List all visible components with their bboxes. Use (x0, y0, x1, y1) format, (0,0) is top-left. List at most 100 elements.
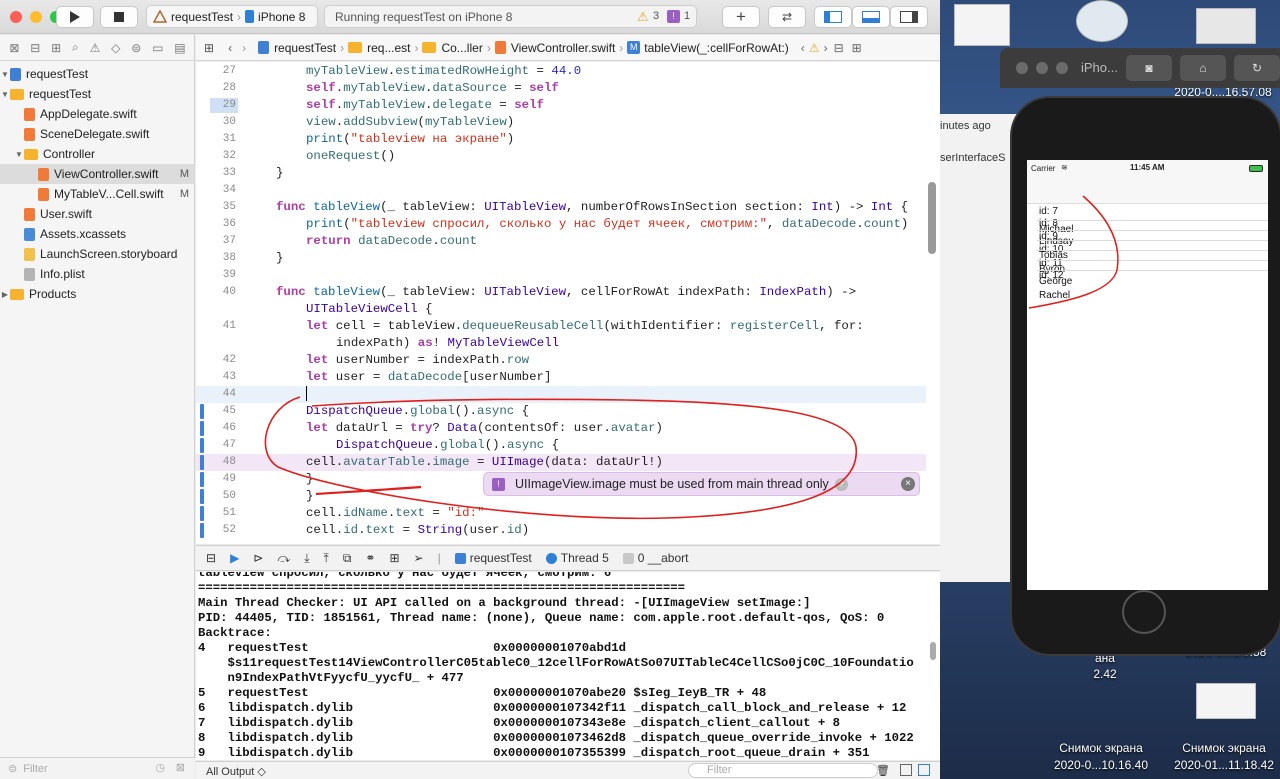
rotate-button[interactable]: ↻ (1234, 55, 1280, 81)
activity-viewer: Running requestTest on iPhone 8 ⚠ 3 ! 1 (324, 5, 697, 28)
navigator-item[interactable]: ▼ Controller (0, 144, 195, 164)
location-icon[interactable]: ➢ (414, 551, 424, 565)
navigator-item-label: AppDelegate.swift (40, 107, 137, 121)
test-icon[interactable]: ◇ (111, 41, 120, 55)
breadcrumb-method[interactable]: tableView(_:cellForRowAt:) (644, 41, 789, 55)
console-scrollbar[interactable] (930, 642, 936, 660)
trash-icon[interactable]: 🗑 (876, 764, 890, 777)
modified-badge: M (179, 168, 189, 180)
navigator-item[interactable]: User.swift (0, 204, 195, 224)
debug-frame-crumb[interactable]: 0 __abort (622, 551, 689, 565)
console-view-icon[interactable] (918, 764, 930, 776)
add-editor-icon[interactable]: ⊞ (852, 41, 862, 55)
stop-icon (114, 12, 124, 22)
navigator-filter-bar: ⊜ Filter ◷ ⊠ (0, 757, 195, 779)
issue-nav-icon[interactable]: ⚠ (90, 41, 101, 55)
editor-options-icon[interactable]: ⊟ (834, 41, 844, 55)
hide-debug-area-icon[interactable]: ⊟ (206, 551, 216, 565)
warning-icon[interactable]: ⚠ (809, 41, 820, 55)
library-button[interactable]: + (722, 6, 760, 28)
runtime-issue-icon[interactable]: ! (667, 10, 680, 23)
navigator-item[interactable]: LaunchScreen.storyboard (0, 244, 195, 264)
related-items-icon[interactable]: ⊞ (204, 41, 214, 55)
close-window-button[interactable] (1016, 62, 1028, 74)
debug-frame-name: 0 __abort (637, 551, 689, 565)
breakpoint-nav-icon[interactable]: ▭ (152, 41, 163, 55)
warning-icon[interactable]: ⚠ (637, 9, 649, 25)
report-icon[interactable]: ▤ (174, 41, 185, 55)
screenshot-file-title[interactable]: Снимок экрана (1046, 740, 1156, 757)
next-issue-icon[interactable]: › (824, 41, 828, 55)
navigator-item[interactable]: SceneDelegate.swift (0, 124, 195, 144)
navigator-item-label: MyTableV...Cell.swift (54, 187, 164, 201)
find-icon[interactable]: ⌕ (72, 40, 79, 55)
source-control-icon[interactable]: ⊟ (30, 41, 40, 55)
navigator-item[interactable]: ▼ requestTest (0, 84, 195, 104)
view-hierarchy-icon[interactable]: ⧉ (343, 551, 352, 566)
disclosure-expanded-icon[interactable]: ▼ (0, 90, 10, 99)
step-out-icon[interactable]: ⤒ (324, 551, 329, 566)
scheme-selector[interactable]: requestTest › iPhone 8 (146, 5, 318, 28)
navigator-item[interactable]: ViewController.swift M (0, 164, 195, 184)
navigator-item[interactable]: MyTableV...Cell.swift M (0, 184, 195, 204)
console-filter-input[interactable]: Filter (688, 763, 878, 778)
folder-icon (10, 288, 24, 300)
navigator-item[interactable]: Info.plist (0, 264, 195, 284)
step-into-icon[interactable]: ⤓ (304, 551, 309, 566)
navigator-item[interactable]: ▶ Products (0, 284, 195, 304)
folder-nav-icon[interactable]: ⊠ (9, 41, 19, 55)
desktop-file-thumbnail[interactable] (954, 4, 1010, 46)
previous-issue-icon[interactable]: ‹ (801, 41, 805, 55)
debug-app-crumb[interactable]: requestTest (454, 551, 532, 565)
memory-graph-icon[interactable]: ⚭ (365, 551, 375, 565)
minimize-window-button[interactable] (30, 11, 42, 23)
breadcrumb-project[interactable]: requestTest (274, 41, 336, 55)
toggle-debug-area-button[interactable] (852, 6, 890, 28)
debug-console[interactable]: tableview спросил, сколько у нас будет я… (196, 572, 940, 760)
minimize-window-button[interactable] (1036, 62, 1048, 74)
breadcrumb-folder[interactable]: Co...ller (441, 41, 482, 55)
home-button[interactable]: ⌂ (1180, 55, 1226, 81)
output-selector[interactable]: All Output ◇ (206, 765, 266, 778)
code-review-button[interactable]: ⇄ (768, 6, 806, 28)
scm-filter-icon[interactable]: ⊠ (176, 761, 185, 774)
navigator-item[interactable]: AppDelegate.swift (0, 104, 195, 124)
console-line: n9IndexPathVtFyycfU_yycfU_ + 477 (198, 671, 464, 685)
disclosure-expanded-icon[interactable]: ▼ (14, 150, 24, 159)
close-window-button[interactable] (10, 11, 22, 23)
source-editor[interactable]: 27 myTableView.estimatedRowHeight = 44.0 2… (196, 62, 940, 544)
screenshot-button[interactable]: ◙ (1126, 55, 1172, 81)
breadcrumb-file[interactable]: ViewController.swift (511, 41, 615, 55)
run-button[interactable] (56, 6, 94, 28)
variables-view-icon[interactable] (900, 764, 912, 776)
desktop-file-thumbnail[interactable] (1076, 0, 1128, 42)
navigator-item-label: SceneDelegate.swift (40, 127, 150, 141)
navigator-item-label: ViewController.swift (54, 167, 159, 181)
forward-icon[interactable]: › (242, 41, 246, 55)
screenshot-file-title[interactable]: Снимок экрана (1168, 740, 1280, 757)
breadcrumb-group[interactable]: req...est (367, 41, 410, 55)
back-icon[interactable]: ‹ (228, 41, 232, 55)
toggle-inspector-button[interactable] (890, 6, 928, 28)
breakpoints-toggle-icon[interactable]: ▶ (230, 551, 239, 565)
navigator-filter-input[interactable]: Filter (23, 763, 47, 775)
recent-files-icon[interactable]: ◷ (155, 761, 165, 774)
simulator-screen[interactable]: Carrier ≋ 11:45 AM id: 7id: 8MichaelLind… (1027, 160, 1268, 590)
desktop-file-thumbnail[interactable] (1196, 8, 1256, 44)
disclosure-expanded-icon[interactable]: ▼ (0, 70, 10, 79)
debug-nav-icon[interactable]: ⊜ (131, 41, 141, 55)
toggle-navigator-button[interactable] (814, 6, 852, 28)
continue-icon[interactable]: ⊳ (253, 551, 263, 565)
home-button[interactable] (1122, 590, 1166, 634)
stop-button[interactable] (100, 6, 138, 28)
disclosure-collapsed-icon[interactable]: ▶ (0, 290, 10, 299)
navigator-item[interactable]: Assets.xcassets (0, 224, 195, 244)
folder-icon (24, 148, 38, 160)
zoom-window-button[interactable] (1056, 62, 1068, 74)
step-over-icon[interactable]: ⤼ (277, 551, 290, 566)
navigator-item[interactable]: ▼ requestTest (0, 64, 195, 84)
debug-thread-crumb[interactable]: Thread 5 (545, 551, 609, 565)
environment-overrides-icon[interactable]: ⊞ (389, 551, 399, 565)
desktop-file-thumbnail[interactable] (1196, 683, 1256, 719)
symbol-icon[interactable]: ⊞ (51, 41, 61, 55)
